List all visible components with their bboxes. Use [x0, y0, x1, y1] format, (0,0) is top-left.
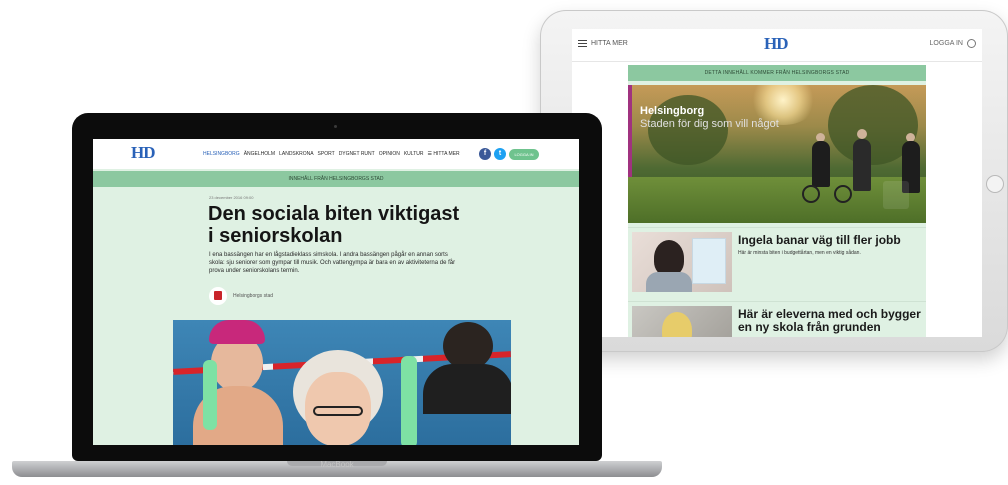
laptop-header: HD HELSINGBORG ÄNGELHOLM LANDSKRONA SPOR… [93, 139, 579, 169]
article-card[interactable]: Ingela banar väg till fler jobb Här är m… [628, 227, 926, 298]
user-icon [967, 39, 976, 48]
portrait-body [646, 272, 692, 292]
article-lead: I ena bassängen har en lågstadieklass si… [209, 252, 456, 274]
facebook-icon[interactable]: f [479, 148, 491, 160]
home-button[interactable] [986, 175, 1004, 193]
article-thumbnail [632, 306, 732, 337]
pool-noodle [203, 360, 217, 430]
bike-wheel [834, 185, 852, 203]
nav-item-helsingborg[interactable]: HELSINGBORG [203, 151, 240, 157]
hd-logo[interactable]: HD [764, 34, 788, 54]
main-nav: HELSINGBORG ÄNGELHOLM LANDSKRONA SPORT D… [203, 151, 460, 157]
author-name: Helsingborgs stad [233, 293, 274, 299]
person [812, 141, 830, 187]
login-button[interactable]: LOGGA IN [509, 148, 539, 160]
login-label: LOGGA IN [929, 40, 963, 47]
nav-item-opinion[interactable]: OPINION [379, 151, 400, 157]
nav-item-sport[interactable]: SPORT [318, 151, 335, 157]
hero-image[interactable]: Helsingborg Staden för dig som vill någo… [628, 85, 926, 223]
helsingborg-crest-icon [209, 287, 227, 305]
pool-noodle [401, 356, 417, 445]
laptop-screen: HD HELSINGBORG ÄNGELHOLM LANDSKRONA SPOR… [93, 139, 579, 445]
nav-item-landskrona[interactable]: LANDSKRONA [279, 151, 313, 157]
hd-logo[interactable]: HD [131, 143, 155, 163]
article-photo [173, 320, 511, 445]
nav-item-dygnet-runt[interactable]: DYGNET RUNT [339, 151, 375, 157]
nav-item-kultur[interactable]: KULTUR [404, 151, 424, 157]
article-card-title[interactable]: Ingela banar väg till fler jobb [738, 234, 922, 247]
menu-icon [578, 40, 587, 47]
article-card[interactable]: Här är eleverna med och bygger en ny sko… [628, 301, 926, 337]
article-author[interactable]: Helsingborgs stad [209, 287, 273, 305]
portrait [662, 312, 692, 337]
menu-label: HITTA MER [591, 40, 628, 47]
camera [334, 125, 337, 128]
article-thumbnail [632, 232, 732, 292]
person-head [857, 129, 867, 139]
tablet-login-button[interactable]: LOGGA IN [930, 39, 976, 48]
window [692, 238, 726, 284]
hero-title: Helsingborg [640, 105, 705, 117]
person [853, 139, 871, 191]
article-title: Den sociala biten viktigast i seniorskol… [208, 203, 460, 247]
grass [628, 177, 926, 223]
bike-wheel [802, 185, 820, 203]
swim-cap [209, 320, 265, 344]
city-crest-icon [883, 181, 909, 209]
nav-item-angelholm[interactable]: ÄNGELHOLM [244, 151, 275, 157]
tablet-header: HITTA MER HD LOGGA IN [572, 29, 982, 62]
sponsor-banner: DETTA INNEHÅLL KOMMER FRÅN HELSINGBORGS … [628, 65, 926, 81]
nav-item-hitta-mer[interactable]: ☰ HITTA MER [427, 151, 459, 157]
glasses [313, 406, 363, 416]
social-links: f t LOGGA IN [479, 148, 539, 160]
tablet-menu-button[interactable]: HITTA MER [578, 40, 628, 47]
tablet-article: DETTA INNEHÅLL KOMMER FRÅN HELSINGBORGS … [628, 65, 926, 337]
tablet-screen: HITTA MER HD LOGGA IN DETTA INNEHÅLL KOM… [572, 29, 982, 337]
article-card-title[interactable]: Här är eleverna med och bygger en ny sko… [738, 308, 922, 334]
macbook-label: MacBook [320, 460, 354, 469]
article-card-desc: Här är minsta biten i budgettårtan, men … [738, 250, 861, 256]
article-date: 23 december 2016 09:00 [209, 195, 254, 200]
portrait [654, 240, 684, 276]
sponsor-banner: INNEHÅLL FRÅN HELSINGBORGS STAD [93, 171, 579, 187]
hero-subtitle: Staden för dig som vill något [640, 118, 779, 130]
swimmer-body [423, 364, 511, 414]
swimmer-head [443, 322, 493, 370]
twitter-icon[interactable]: t [494, 148, 506, 160]
